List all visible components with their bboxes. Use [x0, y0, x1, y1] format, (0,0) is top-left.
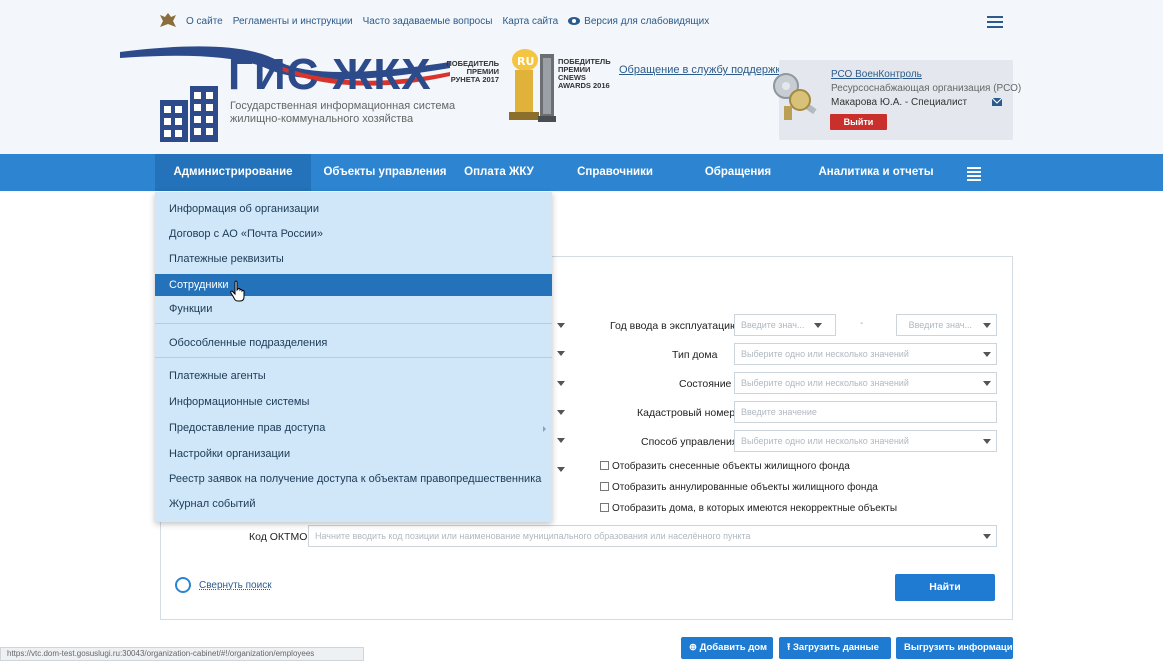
- nav-appeals[interactable]: Обращения: [690, 154, 786, 191]
- accessibility-label: Версия для слабовидящих: [584, 16, 710, 27]
- state-label: Состояние: [679, 378, 732, 390]
- chevron-down-icon[interactable]: [557, 351, 565, 356]
- menu-item-org-info[interactable]: Информация об организации: [155, 198, 552, 220]
- mgmt-select[interactable]: Выберите одно или несколько значений: [734, 430, 997, 452]
- site-header: ГИС ЖКХ Государственная информационная с…: [0, 42, 1163, 154]
- award-cnews-icon: [538, 54, 556, 122]
- menu-item-employees[interactable]: Сотрудники: [155, 274, 552, 296]
- nav-administration[interactable]: Администрирование: [155, 154, 311, 191]
- logo-subtitle: Государственная информационная система ж…: [230, 100, 456, 125]
- award-runet-icon: RU: [509, 49, 539, 120]
- house-type-label: Тип дома: [672, 349, 718, 361]
- chevron-down-icon[interactable]: [557, 438, 565, 443]
- chevron-down-icon: [983, 352, 991, 357]
- eye-icon: [568, 17, 581, 25]
- nav-directories[interactable]: Справочники: [560, 154, 670, 191]
- emblem-icon: [160, 13, 176, 27]
- menu-divider: [155, 323, 552, 324]
- award-runet-badge: RU: [517, 55, 534, 68]
- nav-payment[interactable]: Оплата ЖКУ: [452, 154, 546, 191]
- administration-dropdown: Информация об организации Договор с АО «…: [155, 192, 552, 522]
- oktmo-label: Код ОКТМО: [249, 531, 308, 543]
- chevron-up-icon: [175, 577, 191, 593]
- menu-item-payment-details[interactable]: Платежные реквизиты: [155, 248, 552, 270]
- logo-title[interactable]: ГИС ЖКХ: [228, 50, 432, 100]
- menu-item-org-settings[interactable]: Настройки организации: [155, 443, 552, 465]
- user-org-link[interactable]: РСО ВоенКонтроль: [831, 69, 922, 80]
- state-select[interactable]: Выберите одно или несколько значений: [734, 372, 997, 394]
- oktmo-input[interactable]: Начните вводить код позиции или наименов…: [308, 525, 997, 547]
- add-house-button[interactable]: ⊕ Добавить дом: [681, 637, 773, 659]
- collapse-search-label: Свернуть поиск: [199, 580, 272, 591]
- menu-item-branches[interactable]: Обособленные подразделения: [155, 332, 552, 354]
- menu-item-russian-post[interactable]: Договор с АО «Почта России»: [155, 223, 552, 245]
- chevron-down-icon: [814, 323, 822, 328]
- checkbox-demolished-label: Отобразить снесенные объекты жилищного ф…: [612, 461, 850, 472]
- year-to-input[interactable]: Введите знач...: [896, 314, 997, 336]
- accessibility-link[interactable]: Версия для слабовидящих: [568, 16, 709, 27]
- mgmt-label: Способ управления: [641, 436, 738, 448]
- checkbox-annulled[interactable]: Отобразить аннулированные объекты жилищн…: [600, 482, 878, 493]
- chevron-down-icon: [983, 439, 991, 444]
- top-bar: О сайте Регламенты и инструкции Часто за…: [0, 0, 1163, 42]
- cadastral-input[interactable]: Введите значение: [734, 401, 997, 423]
- house-type-select[interactable]: Выберите одно или несколько значений: [734, 343, 997, 365]
- user-org-type: Ресурсоснабжающая организация (РСО): [831, 83, 1022, 94]
- hand-cursor-icon: [230, 280, 245, 302]
- menu-item-access-requests[interactable]: Реестр заявок на получение доступа к объ…: [155, 468, 552, 490]
- chevron-down-icon[interactable]: [557, 381, 565, 386]
- hamburger-menu-icon[interactable]: [987, 16, 1003, 28]
- year-label: Год ввода в эксплуатацию: [610, 320, 738, 332]
- mail-icon[interactable]: [992, 98, 1002, 106]
- menu-item-event-log[interactable]: Журнал событий: [155, 493, 552, 515]
- add-house-label: Добавить дом: [699, 642, 767, 653]
- user-name: Макарова Ю.А. - Специалист: [831, 97, 968, 108]
- find-button[interactable]: Найти: [895, 574, 995, 601]
- chevron-down-icon[interactable]: [557, 410, 565, 415]
- top-link-regulations[interactable]: Регламенты и инструкции: [233, 16, 353, 27]
- nav-more-icon[interactable]: [967, 167, 981, 181]
- upload-data-label: Загрузить данные: [792, 642, 879, 653]
- keys-icon: [773, 73, 817, 120]
- menu-item-functions[interactable]: Функции: [155, 298, 552, 320]
- chevron-down-icon[interactable]: [557, 323, 565, 328]
- checkbox-incorrect-label: Отобразить дома, в которых имеются некор…: [612, 503, 898, 514]
- chevron-down-icon: [983, 381, 991, 386]
- building-logo-icon: [160, 86, 218, 142]
- upload-data-button[interactable]: ⭱ Загрузить данные: [779, 637, 891, 659]
- menu-item-payment-agents[interactable]: Платежные агенты: [155, 365, 552, 387]
- chevron-down-icon[interactable]: [557, 467, 565, 472]
- top-link-faq[interactable]: Часто задаваемые вопросы: [363, 16, 493, 27]
- checkbox-annulled-label: Отобразить аннулированные объекты жилищн…: [612, 482, 878, 493]
- checkbox-demolished[interactable]: Отобразить снесенные объекты жилищного ф…: [600, 461, 850, 472]
- menu-item-access-rights[interactable]: Предоставление прав доступа: [155, 417, 552, 439]
- submenu-arrow-icon: [543, 426, 546, 432]
- nav-management-objects[interactable]: Объекты управления: [318, 154, 452, 191]
- status-bar-url: https://vtc.dom-test.gosuslugi.ru:30043/…: [0, 647, 364, 661]
- export-info-button[interactable]: Выгрузить информацию: [896, 637, 1021, 659]
- support-link[interactable]: Обращение в службу поддержки: [619, 64, 786, 76]
- top-link-about[interactable]: О сайте: [186, 16, 223, 27]
- logout-button[interactable]: Выйти: [830, 114, 887, 130]
- cadastral-label: Кадастровый номер: [637, 407, 736, 419]
- checkbox-incorrect[interactable]: Отобразить дома, в которых имеются некор…: [600, 503, 897, 514]
- chevron-down-icon: [983, 534, 991, 539]
- plus-icon: ⊕: [689, 642, 700, 653]
- top-link-sitemap[interactable]: Карта сайта: [502, 16, 558, 27]
- award-runet-text: ПОБЕДИТЕЛЬ ПРЕМИИ РУНЕТА 2017: [446, 59, 499, 84]
- range-dash: -: [860, 318, 864, 329]
- nav-analytics[interactable]: Аналитика и отчеты: [806, 154, 946, 191]
- menu-divider: [155, 357, 552, 358]
- award-cnews-text: ПОБЕДИТЕЛЬ ПРЕМИИ CNEWS AWARDS 2016: [558, 57, 611, 90]
- chevron-down-icon: [983, 323, 991, 328]
- main-nav: Администрирование Объекты управления Опл…: [0, 154, 1163, 191]
- menu-item-info-systems[interactable]: Информационные системы: [155, 391, 552, 413]
